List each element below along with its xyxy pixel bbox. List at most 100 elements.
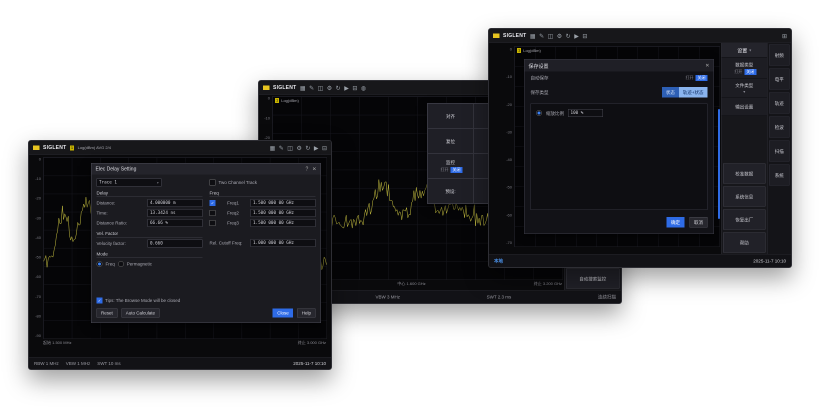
apps-icon[interactable]: ⊞ xyxy=(782,33,787,39)
menu-item-factory-reset[interactable]: 恢复出厂 xyxy=(723,210,766,230)
save-type-segmented-control[interactable]: 状态 轨迹+状态 xyxy=(662,87,708,98)
freq3-checkbox[interactable]: ✓ xyxy=(210,220,216,226)
window-icon[interactable]: ◫ xyxy=(548,33,554,39)
brand-label: SIGLENT xyxy=(43,145,66,151)
w3-side-menu: 设置▾ 数据类型 打开关闭 文件类型▾ 输出设置 校准数据 系统信息 恢复出厂 … xyxy=(721,43,767,254)
siglent-logo-mark xyxy=(493,34,500,39)
time-field[interactable]: 13.3424 ns xyxy=(148,209,203,217)
auto-save-toggle[interactable]: 打开 关闭 xyxy=(684,75,708,81)
record-icon[interactable]: ◍ xyxy=(361,85,366,91)
edit-icon[interactable]: ✎ xyxy=(279,145,284,151)
menu-item-cal-data[interactable]: 校准数据 xyxy=(723,164,766,184)
radio-permagnetic[interactable] xyxy=(118,261,124,267)
cancel-button[interactable]: 取消 xyxy=(689,217,707,228)
trace-legend-number: 1 xyxy=(70,145,74,150)
help-button[interactable]: Help xyxy=(297,309,315,318)
play-icon[interactable]: ▶ xyxy=(314,145,319,151)
menu-cell-monitor[interactable]: 监控 打开关闭 xyxy=(428,154,474,179)
scale-value-field[interactable]: 100 % xyxy=(568,109,603,117)
shortcut-trace[interactable]: 轨迹 xyxy=(769,93,790,114)
minimize-icon[interactable]: ⊟ xyxy=(322,145,327,151)
shortcut-system[interactable]: 系统 xyxy=(769,165,790,186)
on-off-toggle[interactable]: 打开关闭 xyxy=(439,167,463,173)
trace-legend-text: Log(dBm) AVG 2/4 xyxy=(78,146,111,151)
distance-field[interactable]: 4.000000 m xyxy=(148,199,203,207)
ok-button[interactable]: 确定 xyxy=(666,217,684,228)
analyzer-window-3: SIGLENT ▦ ✎ ◫ ⚙ ↻ ▶ ⊟ ⊞ 0-10 -20-30 -40-… xyxy=(488,28,792,268)
panel-scrollbar[interactable] xyxy=(718,109,720,219)
clock-label: 2025-11-7 10:10 xyxy=(753,258,786,263)
help-icon[interactable]: ? xyxy=(306,166,309,172)
reset-button[interactable]: Reset xyxy=(97,309,118,318)
local-badge[interactable]: 本地 xyxy=(494,258,503,265)
auto-calculate-button[interactable]: Auto Calculate xyxy=(121,309,159,318)
play-icon[interactable]: ▶ xyxy=(574,33,579,39)
menu-item-auto-search[interactable]: 自动搜索监控 xyxy=(566,269,620,289)
play-icon[interactable]: ▶ xyxy=(344,85,349,91)
brand-label: SIGLENT xyxy=(273,85,296,91)
edit-icon[interactable]: ✎ xyxy=(539,33,544,39)
freq2-field[interactable]: 1.500 000 00 GHz xyxy=(250,209,315,217)
w3-titlebar[interactable]: SIGLENT ▦ ✎ ◫ ⚙ ↻ ▶ ⊟ ⊞ xyxy=(489,29,791,43)
minimize-icon[interactable]: ⊟ xyxy=(582,33,587,39)
shortcut-rf[interactable]: 射频 xyxy=(769,45,790,66)
dialog-left-column: Trace 1 ▾ Delay Distance:4.000000 m Time… xyxy=(97,179,203,295)
on-off-toggle[interactable]: 打开关闭 xyxy=(732,69,756,75)
menu-item-help[interactable]: 帮助 xyxy=(723,233,766,253)
settings-gear-icon[interactable]: ⚙ xyxy=(327,85,332,91)
w1-titlebar[interactable]: SIGLENT 1 Log(dBm) AVG 2/4 ▦ ✎ ◫ ⚙ ↻ ▶ ⊟ xyxy=(29,141,331,155)
velocity-factor-field[interactable]: 0.660 xyxy=(148,240,203,248)
window-icon[interactable]: ◫ xyxy=(287,145,293,151)
freq1-field[interactable]: 1.500 000 00 GHz xyxy=(250,199,315,207)
close-icon[interactable]: ✕ xyxy=(312,166,316,172)
desktop-canvas: SIGLENT ▦ ✎ ◫ ⚙ ↻ ▶ ⊟ ◍ ⊞ A Local 0-10 -… xyxy=(0,0,840,420)
save-settings-panel: 保存设置 ✕ 自动保存 打开 关闭 保存类型 状态 xyxy=(524,59,714,234)
w3-trace-legend: 1 Log(dBm) xyxy=(517,48,541,53)
radio-freq[interactable] xyxy=(97,261,103,267)
menu-cell-reset[interactable]: 复位 xyxy=(428,129,474,154)
menu-item-output[interactable]: 输出设置 xyxy=(722,98,768,117)
tip-text: Tips: The Browse Mode will be closed xyxy=(105,298,180,303)
freq1-checkbox[interactable]: ✓ xyxy=(210,200,216,206)
dialog-title: Elec Delay Setting xyxy=(96,166,137,172)
settings-gear-icon[interactable]: ⚙ xyxy=(296,145,301,151)
trace-select[interactable]: Trace 1 ▾ xyxy=(97,179,162,187)
dialog-titlebar[interactable]: Elec Delay Setting ? ✕ xyxy=(92,164,321,175)
freq2-checkbox[interactable]: ✓ xyxy=(210,210,216,216)
menu-cell-preset2[interactable]: 预设: xyxy=(428,179,474,204)
menu-header[interactable]: 设置▾ xyxy=(722,43,768,58)
distance-ratio-field[interactable]: 66.66 % xyxy=(148,219,203,227)
cutoff-freq-field[interactable]: 1.000 000 00 GHz xyxy=(251,239,316,247)
menu-item-file-type[interactable]: 文件类型▾ xyxy=(722,79,768,98)
edit-icon[interactable]: ✎ xyxy=(309,85,314,91)
refresh-icon[interactable]: ↻ xyxy=(566,33,571,39)
settings-gear-icon[interactable]: ⚙ xyxy=(557,33,562,39)
menu-item-sys-info[interactable]: 系统信息 xyxy=(723,187,766,207)
w3-shortcut-strip: 射频 电平 轨迹 检波 扫描 系统 xyxy=(767,43,791,254)
shortcut-level[interactable]: 电平 xyxy=(769,69,790,90)
window-icon[interactable]: ◫ xyxy=(318,85,324,91)
panel-titlebar[interactable]: 保存设置 ✕ xyxy=(525,60,714,72)
two-channel-checkbox[interactable]: ✓ xyxy=(210,180,216,186)
w1-y-axis-labels: 0-10 -20-30 -40-50 -60-70 -80-90 xyxy=(30,157,41,338)
scale-radio[interactable] xyxy=(536,110,542,116)
siglent-logo-mark xyxy=(263,86,270,91)
shortcut-detector[interactable]: 检波 xyxy=(769,117,790,138)
refresh-icon[interactable]: ↻ xyxy=(305,145,310,151)
grid-view-icon[interactable]: ▦ xyxy=(270,145,276,151)
minimize-icon[interactable]: ⊟ xyxy=(352,85,357,91)
close-button[interactable]: Close xyxy=(273,309,294,318)
freq3-field[interactable]: 1.500 000 00 GHz xyxy=(250,219,315,227)
menu-item-data-type[interactable]: 数据类型 打开关闭 xyxy=(722,58,768,80)
close-icon[interactable]: ✕ xyxy=(705,63,709,69)
tip-checkbox[interactable]: ✓ xyxy=(97,298,103,304)
menu-cell-align[interactable]: 对齐 xyxy=(428,104,474,129)
shortcut-sweep[interactable]: 扫描 xyxy=(769,141,790,162)
grid-view-icon[interactable]: ▦ xyxy=(530,33,536,39)
elec-delay-dialog: Elec Delay Setting ? ✕ Trace 1 ▾ xyxy=(91,163,321,323)
refresh-icon[interactable]: ↻ xyxy=(336,85,341,91)
grid-view-icon[interactable]: ▦ xyxy=(300,85,306,91)
dialog-right-column: ✓ Two Channel Track Freq ✓ Freq1 1.500 0… xyxy=(210,179,316,295)
siglent-logo-mark xyxy=(33,146,40,151)
w2-trace-legend: 1 Log(dBm) xyxy=(275,98,299,103)
